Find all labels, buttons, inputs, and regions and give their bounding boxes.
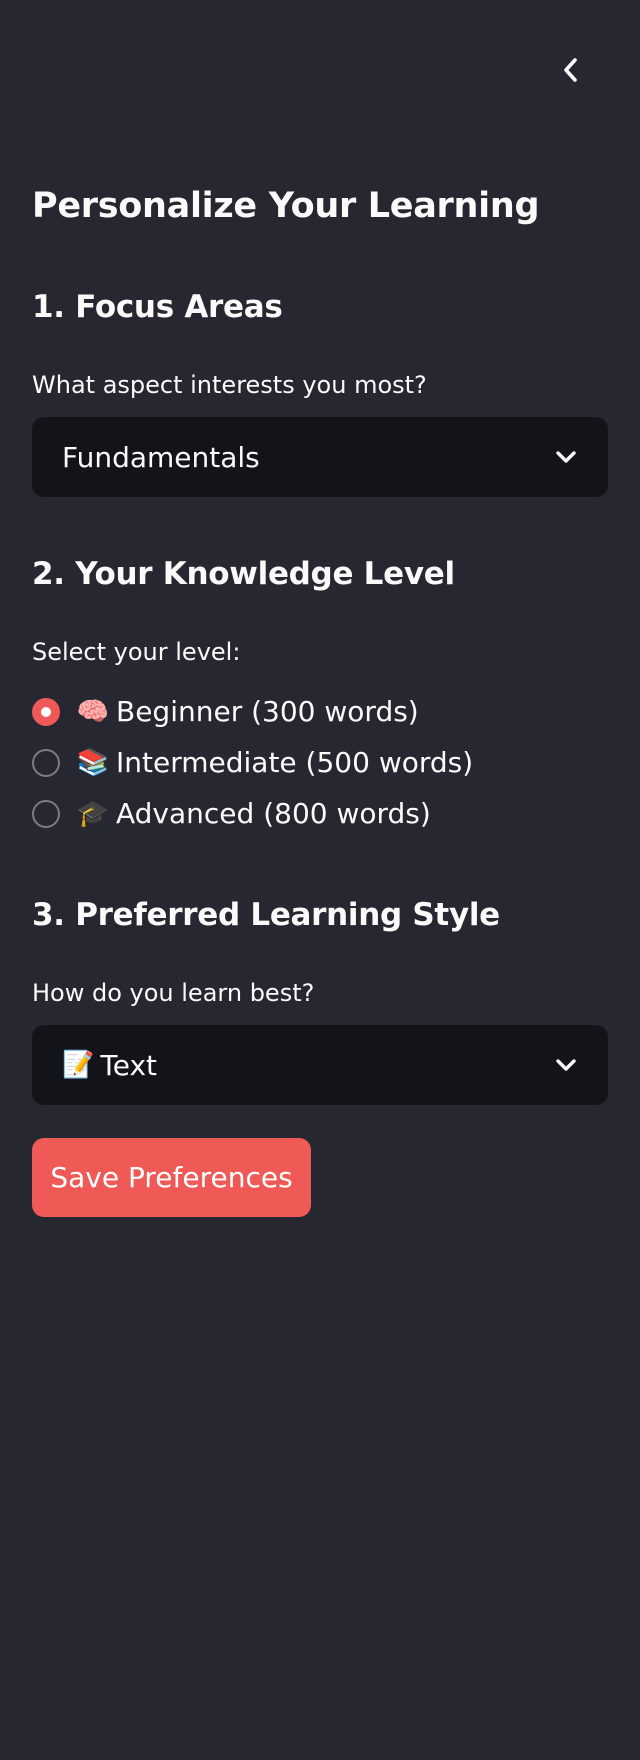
radio-label-beginner: Beginner (300 words) (116, 695, 419, 728)
save-preferences-button[interactable]: Save Preferences (32, 1138, 311, 1217)
brain-icon: 🧠 (76, 696, 110, 727)
radio-option-beginner[interactable]: 🧠 Beginner (300 words) (32, 686, 473, 737)
focus-areas-question: What aspect interests you most? (32, 371, 427, 399)
focus-area-value: Fundamentals (62, 440, 260, 474)
learning-style-value: 📝 Text (62, 1049, 157, 1082)
radio-option-advanced[interactable]: 🎓 Advanced (800 words) (32, 788, 473, 839)
memo-icon: 📝 (62, 1050, 95, 1080)
graduation-cap-icon: 🎓 (76, 798, 110, 829)
radio-label-intermediate: Intermediate (500 words) (116, 746, 474, 779)
radio-button-checked[interactable] (32, 697, 60, 726)
sidebar: Personalize Your Learning 1. Focus Areas… (0, 0, 640, 1760)
books-icon: 📚 (76, 747, 110, 778)
chevron-down-icon (556, 1059, 576, 1071)
knowledge-level-radio-group: 🧠 Beginner (300 words) 📚 Intermediate (5… (32, 686, 473, 839)
chevron-down-icon (556, 451, 576, 463)
collapse-sidebar-button[interactable] (551, 50, 591, 90)
page-title: Personalize Your Learning (32, 186, 540, 226)
chevron-left-icon (564, 58, 577, 82)
radio-option-intermediate[interactable]: 📚 Intermediate (500 words) (32, 737, 473, 788)
radio-button[interactable] (32, 748, 60, 777)
focus-areas-heading: 1. Focus Areas (32, 289, 283, 325)
radio-label-advanced: Advanced (800 words) (116, 797, 431, 830)
knowledge-level-heading: 2. Your Knowledge Level (32, 556, 455, 592)
learning-style-select[interactable]: 📝 Text (32, 1025, 608, 1105)
radio-button[interactable] (32, 799, 60, 828)
learning-style-question: How do you learn best? (32, 979, 315, 1007)
focus-area-select[interactable]: Fundamentals (32, 417, 608, 497)
knowledge-level-question: Select your level: (32, 638, 241, 666)
learning-style-heading: 3. Preferred Learning Style (32, 897, 500, 933)
learning-style-value-text: Text (100, 1048, 158, 1082)
